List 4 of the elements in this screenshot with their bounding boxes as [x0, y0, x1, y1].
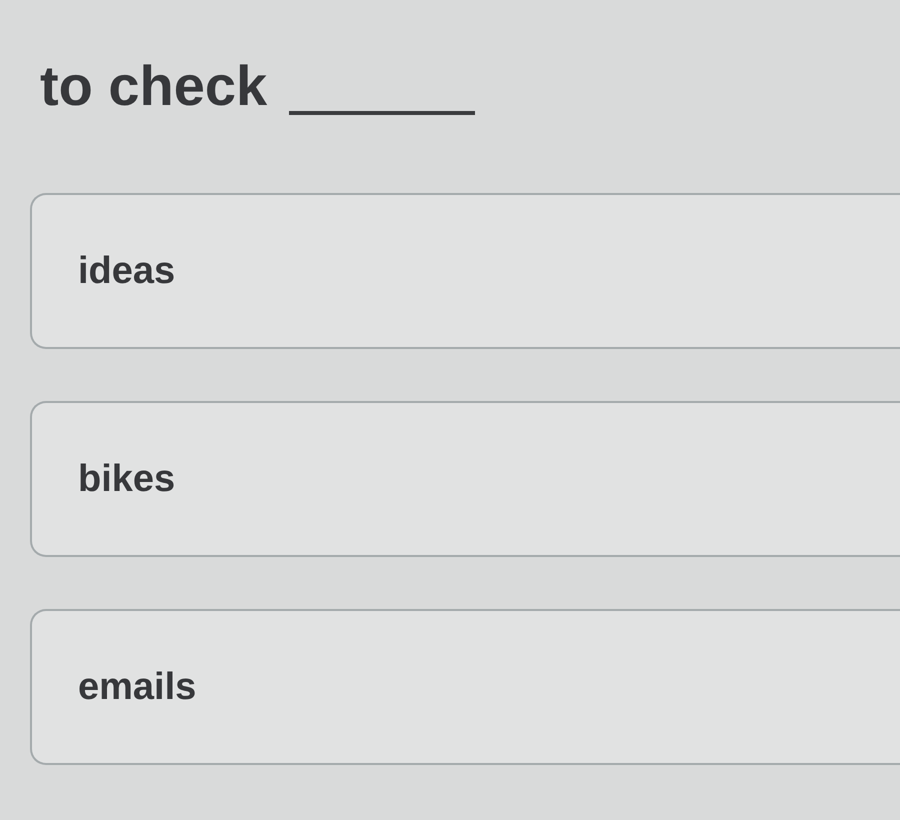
answer-option[interactable]: ideas [30, 193, 900, 350]
answer-option[interactable]: bikes [30, 401, 900, 558]
answer-option[interactable]: emails [30, 609, 900, 766]
prompt-text: to check [40, 53, 268, 119]
